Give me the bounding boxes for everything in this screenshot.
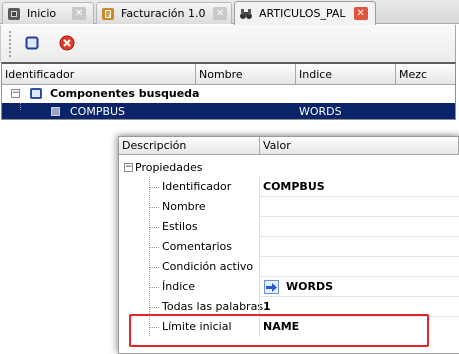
property-name: Índice: [162, 280, 196, 293]
tree-branch: [150, 207, 159, 208]
leaf-node-icon: [51, 107, 60, 116]
property-value[interactable]: COMPBUS: [263, 180, 325, 193]
binoculars-icon: [239, 7, 253, 21]
tree-branch: [150, 187, 159, 188]
column-header-indice[interactable]: Indice: [296, 64, 396, 85]
property-name: Todas las palabras: [162, 300, 264, 313]
tree-branch: [150, 307, 159, 308]
column-header-nombre[interactable]: Nombre: [196, 64, 296, 85]
tree-branch: [150, 287, 159, 288]
delete-icon[interactable]: [58, 34, 76, 52]
tab-articulos-pal-label: ARTICULOS_PAL: [259, 7, 346, 20]
property-row-nombre[interactable]: Nombre: [119, 197, 459, 217]
folder-node-icon: [30, 88, 42, 99]
tree-row-indice: WORDS: [299, 105, 342, 118]
cube-icon: [7, 7, 21, 21]
column-divider: [259, 237, 260, 257]
tree-branch: [150, 227, 159, 228]
property-row-indice[interactable]: Índice WORDS: [119, 277, 459, 297]
property-name: Estilos: [162, 220, 198, 233]
tree-connector: [20, 103, 21, 111]
tree-branch: [150, 247, 159, 248]
property-value[interactable]: 1: [263, 300, 271, 313]
tab-facturacion-label: Facturación 1.0: [121, 7, 206, 20]
close-tab-articulos-pal-icon[interactable]: ✕: [353, 7, 368, 20]
highlight-box: [129, 314, 429, 347]
property-group-propiedades[interactable]: − Propiedades: [119, 157, 459, 177]
new-window-icon[interactable]: [23, 34, 41, 52]
property-row-estilos[interactable]: Estilos: [119, 217, 459, 237]
tab-articulos-pal[interactable]: ARTICULOS_PAL ✕: [234, 1, 376, 25]
document-icon: [101, 7, 115, 21]
collapse-icon[interactable]: −: [124, 163, 133, 172]
property-group-label: Propiedades: [135, 161, 203, 174]
tab-bar: Inicio ✕ Facturación 1.0 ✕ ARTICULOS_PAL…: [0, 0, 459, 25]
property-name: Condición activo: [162, 260, 254, 273]
column-header-descripcion[interactable]: Descripción: [119, 137, 260, 155]
close-tab-facturacion-icon[interactable]: ✕: [213, 7, 227, 20]
tab-inicio-label: Inicio: [27, 7, 57, 20]
toolbar: [0, 25, 456, 62]
column-divider: [259, 177, 260, 197]
property-name: Comentarios: [162, 240, 232, 253]
components-grid: Identificador Nombre Indice Mezc − Compo…: [1, 62, 456, 120]
tree-row-componentes-busqueda[interactable]: − Componentes busqueda: [2, 86, 455, 102]
tree-row-label: Componentes busqueda: [50, 87, 200, 100]
column-header-valor[interactable]: Valor: [260, 137, 459, 155]
column-header-mezc[interactable]: Mezc: [396, 64, 455, 85]
tab-facturacion[interactable]: Facturación 1.0 ✕: [96, 2, 232, 24]
column-header-identificador[interactable]: Identificador: [2, 64, 196, 85]
property-row-comentarios[interactable]: Comentarios: [119, 237, 459, 257]
property-name: Identificador: [162, 180, 232, 193]
collapse-icon[interactable]: −: [11, 89, 20, 98]
tab-inicio[interactable]: Inicio ✕: [2, 2, 94, 24]
property-row-identificador[interactable]: Identificador COMPBUS: [119, 177, 459, 197]
tree-branch: [150, 267, 159, 268]
column-divider: [259, 257, 260, 277]
column-divider: [259, 197, 260, 217]
column-divider: [259, 217, 260, 237]
close-tab-inicio-icon[interactable]: ✕: [72, 7, 87, 20]
arrow-right-icon[interactable]: [264, 280, 279, 294]
column-divider: [259, 277, 260, 297]
property-value[interactable]: WORDS: [286, 280, 333, 293]
property-name: Nombre: [162, 200, 206, 213]
property-row-condicion-activo[interactable]: Condición activo: [119, 257, 459, 277]
toolbar-grip[interactable]: [8, 30, 12, 58]
tree-row-compbus[interactable]: COMPBUS WORDS: [2, 103, 455, 119]
tree-row-label: COMPBUS: [70, 105, 126, 118]
